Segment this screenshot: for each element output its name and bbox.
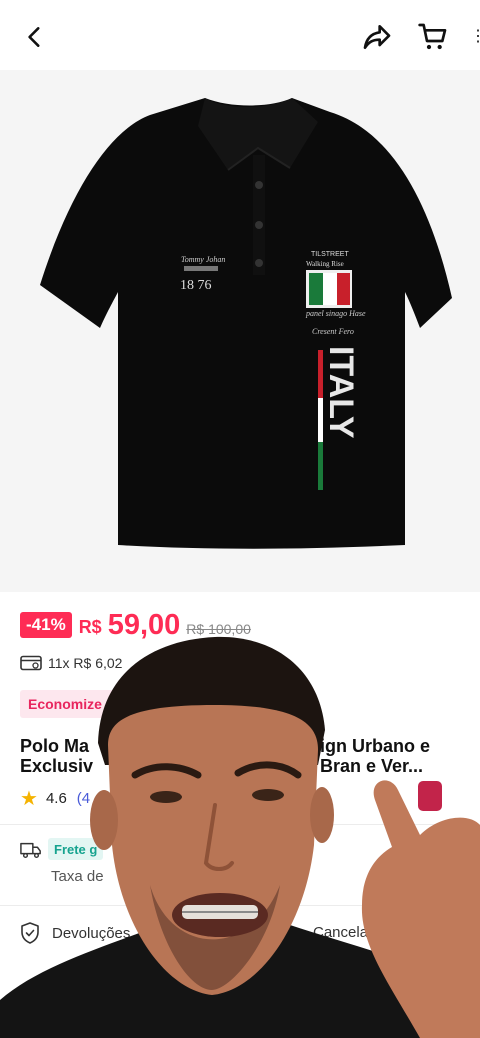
cart-icon xyxy=(418,23,447,50)
shirt-year-text: 18 76 xyxy=(180,278,212,293)
share-button[interactable] xyxy=(356,16,398,58)
original-price: R$ 100,00 xyxy=(186,621,251,637)
cancellation-text: Cancelamen xyxy=(313,924,398,941)
divider xyxy=(0,824,480,825)
cart-button[interactable] xyxy=(412,16,454,58)
title-line-1-end: ign Urbano e xyxy=(320,736,431,756)
top-bar: ⋮ xyxy=(0,0,480,70)
rating-value: 4.6 xyxy=(45,790,67,807)
star-icon: ★ xyxy=(20,788,38,810)
shirt-brand-text: Tommy Johan xyxy=(181,255,225,264)
shirt-vertical-text: ITALY xyxy=(322,346,360,439)
product-title-left: Polo Ma Exclusiv xyxy=(20,736,110,776)
back-button[interactable] xyxy=(14,16,56,58)
installments-text: 11x R$ 6,02 xyxy=(48,655,123,671)
shield-check-icon xyxy=(21,922,39,944)
title-line-1: Polo Ma xyxy=(20,736,90,756)
title-line-2-end: Bran e Ver... xyxy=(320,756,424,776)
price-row: -41% R$ 59,00 R$ 100,00 xyxy=(20,608,251,642)
returns-label: Devoluções xyxy=(52,924,131,942)
shipping-fee-text: Taxa de xyxy=(51,868,104,885)
more-icon[interactable]: ⋮ xyxy=(470,26,480,44)
price-currency: R$ xyxy=(78,617,102,637)
chevron-left-icon xyxy=(28,27,40,47)
discount-badge: -41% xyxy=(20,612,72,638)
polo-shirt-image: Tommy Johan 18 76 TILSTREET Walking Rise… xyxy=(40,98,452,549)
shirt-script-line2: Cresent Fero xyxy=(312,327,354,336)
free-shipping-label: Frete g xyxy=(54,841,98,857)
shirt-badge-line1: TILSTREET xyxy=(311,251,349,258)
title-line-2: Exclusiv xyxy=(20,756,94,776)
price-value: 59,00 xyxy=(107,608,181,641)
divider xyxy=(0,905,480,906)
returns-row[interactable]: Devoluções xyxy=(20,922,130,944)
share-icon xyxy=(363,25,391,49)
shirt-script-line1: panel sinago Hase xyxy=(305,309,366,318)
economize-badge[interactable]: Economize xyxy=(20,690,124,718)
product-title-right: ign Urbano e Bran e Ver... xyxy=(320,736,460,776)
free-shipping-badge: Frete g xyxy=(48,838,104,860)
card-icon xyxy=(20,655,42,671)
buy-button[interactable] xyxy=(448,976,480,1016)
review-count: (4 xyxy=(76,790,91,807)
installments-row[interactable]: 11x R$ 6,02 xyxy=(20,652,122,674)
presenter-video-overlay xyxy=(0,636,480,1038)
shirt-badge-line2: Walking Rise xyxy=(306,260,344,268)
product-image[interactable]: Tommy Johan 18 76 TILSTREET Walking Rise… xyxy=(0,70,480,592)
truck-icon xyxy=(20,842,41,859)
economize-label: Economize xyxy=(28,696,102,712)
rating-row[interactable]: ★ 4.6 (4 xyxy=(20,786,90,811)
